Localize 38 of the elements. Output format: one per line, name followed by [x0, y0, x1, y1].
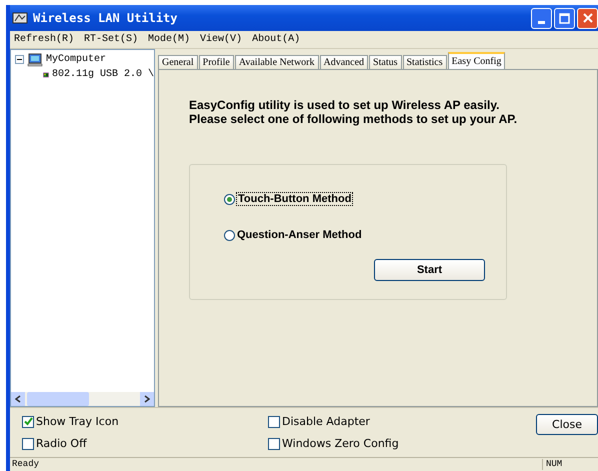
- tab[interactable]: Profile: [198, 55, 234, 69]
- close-icon: [582, 13, 592, 23]
- intro-text: EasyConfig utility is used to set up Wireless AP easily. Please select one of following methods to set up your AP.: [189, 98, 518, 126]
- num-lock-indicator: NUM: [542, 459, 574, 470]
- option-checkbox[interactable]: Radio Off: [22, 437, 87, 450]
- tree-item[interactable]: 802.11g USB 2.0 \: [52, 69, 154, 80]
- tree-item[interactable]: MyComputer: [46, 54, 106, 65]
- scroll-left-icon[interactable]: [15, 395, 21, 403]
- maximize-button[interactable]: [554, 8, 575, 28]
- menu-item[interactable]: About(A): [252, 34, 300, 45]
- tab[interactable]: General: [158, 55, 198, 69]
- horizontal-scrollbar[interactable]: [11, 392, 154, 406]
- app-icon: [12, 11, 28, 25]
- tab[interactable]: Status: [369, 55, 402, 69]
- collapse-icon[interactable]: [15, 55, 24, 64]
- menu-item[interactable]: View(V): [200, 34, 242, 45]
- minimize-icon: [538, 20, 545, 24]
- option-checkbox[interactable]: Show Tray Icon: [22, 415, 119, 428]
- start-button[interactable]: Start: [374, 259, 485, 281]
- menu-item[interactable]: Refresh(R): [14, 34, 74, 45]
- window-title: Wireless LAN Utility: [33, 11, 178, 25]
- option-checkbox[interactable]: Windows Zero Config: [268, 437, 399, 450]
- close-window-button[interactable]: [577, 8, 598, 28]
- computer-icon: [27, 52, 43, 66]
- maximize-icon: [559, 12, 570, 24]
- scroll-right-icon[interactable]: [144, 395, 150, 403]
- method-radio[interactable]: Question-Anser Method: [224, 227, 362, 243]
- tab[interactable]: Easy Config: [448, 52, 506, 69]
- minimize-button[interactable]: [531, 8, 552, 28]
- close-button[interactable]: Close: [536, 414, 598, 435]
- status-text: Ready: [11, 459, 40, 470]
- menu-item[interactable]: Mode(M): [148, 34, 190, 45]
- method-radio[interactable]: Touch-Button Method: [224, 191, 352, 207]
- tab[interactable]: Statistics: [402, 55, 447, 69]
- tab[interactable]: Advanced: [320, 55, 368, 69]
- menu-item[interactable]: RT-Set(S): [84, 34, 138, 45]
- option-checkbox[interactable]: Disable Adapter: [268, 415, 370, 428]
- tab[interactable]: Available Network: [234, 55, 318, 69]
